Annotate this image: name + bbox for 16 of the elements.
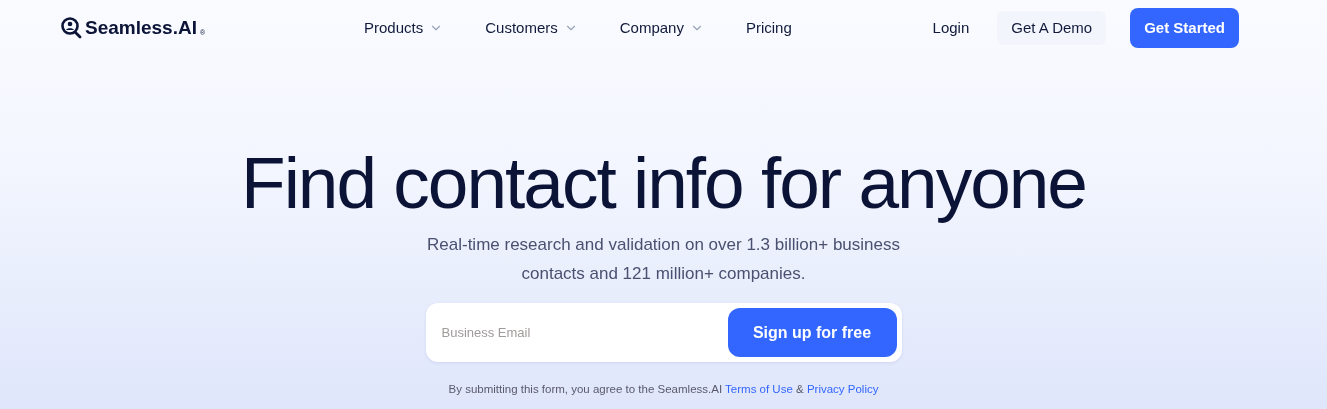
nav-menu-item[interactable]: Company bbox=[619, 16, 704, 40]
email-signup-field[interactable]: Business Email Sign up for free bbox=[425, 303, 902, 362]
hero-headline: Find contact info for anyone bbox=[241, 144, 1086, 222]
hero-subtitle: Real-time research and validation on over 1.3 billion+ business contacts and 121 million+ companies. bbox=[426, 234, 901, 285]
nav-menu-item[interactable]: Customers bbox=[485, 16, 578, 40]
consent-text: By submitting this form, you agree to the Seamless.AI Terms of Use & Privacy Policy bbox=[448, 382, 879, 397]
terms-link[interactable]: Terms of Use bbox=[725, 383, 793, 395]
get-started-button[interactable]: Get Started bbox=[1130, 7, 1239, 49]
login-link[interactable]: Login bbox=[928, 16, 974, 40]
logo-icon bbox=[60, 17, 82, 39]
demo-button[interactable]: Get A Demo bbox=[997, 10, 1107, 46]
nav-menu-item[interactable]: Products bbox=[364, 16, 444, 40]
privacy-link[interactable]: Privacy Policy bbox=[806, 383, 879, 395]
nav-menu-item[interactable]: Pricing bbox=[745, 16, 792, 40]
signup-button[interactable]: Sign up for free bbox=[727, 308, 897, 357]
logo-wordmark[interactable]: Seamless.AI bbox=[85, 13, 197, 43]
